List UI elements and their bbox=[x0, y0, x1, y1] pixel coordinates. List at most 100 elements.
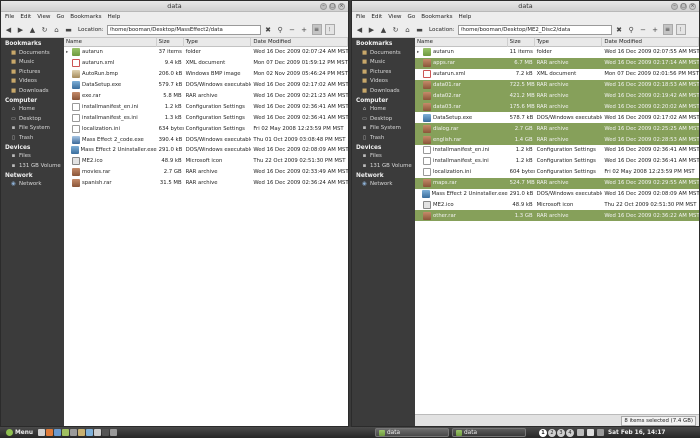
volume-launcher-icon[interactable] bbox=[109, 429, 117, 436]
file-row[interactable]: ▸ autarun 37 items folder Wed 16 Dec 2009 02… bbox=[64, 47, 348, 58]
column-header-type[interactable]: Type bbox=[184, 37, 252, 47]
file-row[interactable]: installmanifest_es.ini 1.3 kB Configuratio… bbox=[64, 112, 348, 123]
sidebar-item-file-system[interactable]: ▪ File System bbox=[352, 124, 415, 134]
close-button[interactable]: × bbox=[338, 3, 345, 10]
sidebar-item-files[interactable]: ▪ Files bbox=[1, 152, 64, 162]
menu-bookmarks[interactable]: Bookmarks bbox=[421, 14, 452, 20]
sidebar-item-downloads[interactable]: ■ Downloads bbox=[1, 86, 64, 96]
list-view-button[interactable]: ≡ bbox=[662, 24, 673, 35]
reload-icon[interactable]: ↻ bbox=[391, 24, 400, 35]
sidebar-item-volume[interactable]: ▪ 131 GB Volume bbox=[1, 161, 64, 171]
compact-view-button[interactable]: ⦙ bbox=[675, 24, 686, 35]
file-row[interactable]: other.rar 1.3 GB RAR archive Wed 16 Dec 200… bbox=[415, 210, 699, 222]
column-header-type[interactable]: Type bbox=[535, 37, 603, 47]
title-bar[interactable]: data – □ × bbox=[1, 1, 348, 12]
file-row[interactable]: movies.rar 2.7 GB RAR archive Wed 16 Dec 20… bbox=[64, 167, 348, 178]
expander-arrow-icon[interactable]: ▸ bbox=[66, 50, 70, 55]
sidebar-item-trash[interactable]: ▯ Trash bbox=[1, 133, 64, 143]
firefox-icon[interactable] bbox=[45, 429, 53, 436]
menu-file[interactable]: File bbox=[356, 14, 365, 20]
workspace-4[interactable]: 4 bbox=[565, 428, 574, 437]
sidebar-item-pictures[interactable]: ■ Pictures bbox=[1, 67, 64, 77]
menu-file[interactable]: File bbox=[5, 14, 14, 20]
file-row[interactable]: Mass Effect 2 Uninstaller.exe 291.0 kB DOS… bbox=[64, 145, 348, 156]
title-bar[interactable]: data – □ × bbox=[352, 1, 699, 12]
network-tray-icon[interactable] bbox=[576, 429, 584, 436]
workspace-3[interactable]: 3 bbox=[556, 428, 565, 437]
location-input[interactable] bbox=[106, 24, 261, 35]
sidebar-item-files[interactable]: ▪ Files bbox=[352, 152, 415, 162]
sidebar-item-network[interactable]: ◉ Network bbox=[352, 180, 415, 190]
zoom-out-icon[interactable]: − bbox=[639, 24, 648, 35]
clear-location-icon[interactable]: ✖ bbox=[615, 24, 624, 35]
maximize-button[interactable]: □ bbox=[680, 3, 687, 10]
forward-arrow-icon[interactable]: ▶ bbox=[367, 24, 376, 35]
column-header-size[interactable]: Size bbox=[508, 37, 535, 47]
sidebar-item-file-system[interactable]: ▪ File System bbox=[1, 124, 64, 134]
sidebar-item-documents[interactable]: ■ Documents bbox=[1, 48, 64, 58]
menu-bookmarks[interactable]: Bookmarks bbox=[70, 14, 101, 20]
reload-icon[interactable]: ↻ bbox=[40, 24, 49, 35]
menu-edit[interactable]: Edit bbox=[371, 14, 382, 20]
column-header-size[interactable]: Size bbox=[157, 37, 184, 47]
show-desktop-icon[interactable] bbox=[37, 429, 45, 436]
file-row[interactable]: installmanifest_en.ini 1.2 kB Configuratio… bbox=[64, 101, 348, 112]
menu-view[interactable]: View bbox=[388, 14, 401, 20]
forward-arrow-icon[interactable]: ▶ bbox=[16, 24, 25, 35]
menu-view[interactable]: View bbox=[37, 14, 50, 20]
volume-tray-icon[interactable] bbox=[586, 429, 594, 436]
menu-edit[interactable]: Edit bbox=[20, 14, 31, 20]
sidebar-item-music[interactable]: ■ Music bbox=[352, 58, 415, 68]
text-editor-icon[interactable] bbox=[85, 429, 93, 436]
start-menu-button[interactable]: Menu bbox=[0, 429, 37, 436]
file-row[interactable]: Mass Effect 2_code.exe 390.4 kB DOS/Window… bbox=[64, 134, 348, 145]
expander-arrow-icon[interactable]: ▸ bbox=[417, 50, 421, 55]
file-row[interactable]: dialog.rar 2.7 GB RAR archive Wed 16 Dec 20… bbox=[415, 123, 699, 135]
workspace-2[interactable]: 2 bbox=[547, 428, 556, 437]
workspace-1[interactable]: 1 bbox=[538, 428, 547, 437]
menu-go[interactable]: Go bbox=[408, 14, 416, 20]
zoom-out-icon[interactable]: − bbox=[288, 24, 297, 35]
sidebar-item-desktop[interactable]: ▭ Desktop bbox=[352, 114, 415, 124]
file-row[interactable]: autarun.xml 7.2 kB XML document Mon 07 Dec … bbox=[415, 69, 699, 80]
home-icon[interactable]: ⌂ bbox=[403, 24, 412, 35]
up-arrow-icon[interactable]: ▲ bbox=[379, 24, 388, 35]
menu-go[interactable]: Go bbox=[57, 14, 65, 20]
sidebar-item-desktop[interactable]: ▭ Desktop bbox=[1, 114, 64, 124]
archive-icon[interactable] bbox=[77, 429, 85, 436]
sidebar-item-documents[interactable]: ■ Documents bbox=[352, 48, 415, 58]
clear-location-icon[interactable]: ✖ bbox=[264, 24, 273, 35]
back-arrow-icon[interactable]: ◀ bbox=[355, 24, 364, 35]
terminal-icon[interactable] bbox=[69, 429, 77, 436]
up-arrow-icon[interactable]: ▲ bbox=[28, 24, 37, 35]
sidebar-item-home[interactable]: ⌂ Home bbox=[352, 105, 415, 115]
file-row[interactable]: localization.ini 604 bytes Configuration S… bbox=[415, 167, 699, 178]
search-icon[interactable]: ⚲ bbox=[627, 24, 636, 35]
file-row[interactable]: maps.rar 524.7 MB RAR archive Wed 16 Dec 20… bbox=[415, 177, 699, 189]
task-button-data-1[interactable]: data bbox=[374, 428, 449, 437]
file-row[interactable]: data03.rar 175.6 MB RAR archive Wed 16 Dec … bbox=[415, 101, 699, 113]
monitor-icon[interactable] bbox=[101, 429, 109, 436]
file-row[interactable]: spanish.rar 31.5 MB RAR archive Wed 16 Dec … bbox=[64, 178, 348, 189]
sidebar-item-volume[interactable]: ▪ 131 GB Volume bbox=[352, 161, 415, 171]
file-row[interactable]: autarun.xml 9.4 kB XML document Mon 07 Dec … bbox=[64, 58, 348, 69]
thunderbird-icon[interactable] bbox=[53, 429, 61, 436]
sidebar-item-network[interactable]: ◉ Network bbox=[1, 180, 64, 190]
search-icon[interactable]: ⚲ bbox=[276, 24, 285, 35]
sidebar-item-home[interactable]: ⌂ Home bbox=[1, 105, 64, 115]
clock[interactable]: Sat Feb 16, 14:17 bbox=[608, 430, 665, 436]
sidebar-item-videos[interactable]: ■ Videos bbox=[352, 77, 415, 87]
minimize-button[interactable]: – bbox=[671, 3, 678, 10]
file-row[interactable]: ME2.ico 48.9 kB Microsoft icon Thu 22 Oct 2… bbox=[415, 199, 699, 210]
file-row[interactable]: AutoRun.bmp 206.0 kB Windows BMP image Mon … bbox=[64, 69, 348, 80]
file-row[interactable]: DataSetup.exe 579.7 kB DOS/Windows executa… bbox=[64, 80, 348, 91]
file-row[interactable]: exe.rar 5.8 MB RAR archive Wed 16 Dec 2009 … bbox=[64, 91, 348, 102]
file-row[interactable]: ▸ autarun 11 items folder Wed 16 Dec 2009 02… bbox=[415, 47, 699, 58]
menu-help[interactable]: Help bbox=[459, 14, 472, 20]
file-manager-icon[interactable] bbox=[61, 429, 69, 436]
list-view-button[interactable]: ≡ bbox=[311, 24, 322, 35]
zoom-in-icon[interactable]: + bbox=[300, 24, 309, 35]
sidebar-item-pictures[interactable]: ■ Pictures bbox=[352, 67, 415, 77]
column-header-date[interactable]: Date Modified bbox=[251, 37, 348, 47]
file-row[interactable]: ME2.ico 48.9 kB Microsoft icon Thu 22 Oct 2… bbox=[64, 156, 348, 167]
